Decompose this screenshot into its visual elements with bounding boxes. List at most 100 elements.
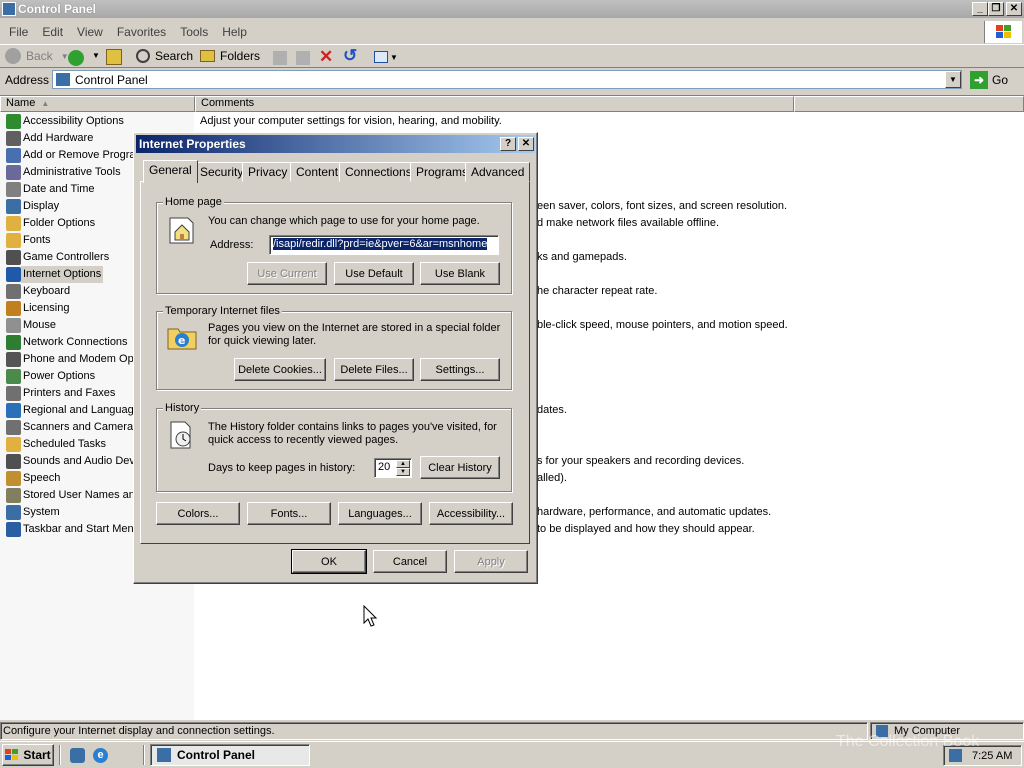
temp-settings-button[interactable]: Settings...	[420, 358, 500, 381]
apply-button[interactable]: Apply	[454, 550, 528, 573]
history-group-label: History	[163, 402, 202, 414]
tab-advanced[interactable]: Advanced	[465, 162, 531, 182]
list-item-comment: ble-click speed, mouse pointers, and mot…	[537, 319, 788, 331]
window-title: Control Panel	[18, 2, 97, 16]
list-item-comment: s for your speakers and recording device…	[537, 455, 745, 467]
start-button[interactable]: Start	[2, 744, 54, 766]
copy-to-icon[interactable]	[296, 51, 310, 65]
watermark-text: The Collection Book	[836, 733, 980, 750]
list-item-comment: Adjust your computer settings for vision…	[200, 115, 502, 127]
column-header-blank	[794, 96, 1024, 112]
windows-logo-icon	[984, 21, 1022, 43]
taskbar-control-panel-icon	[157, 748, 171, 762]
spinner-up-button[interactable]: ▲	[396, 460, 410, 468]
quicklaunch-app-icon[interactable]	[70, 748, 85, 763]
administrative-tools-icon	[6, 165, 21, 180]
phone-icon	[6, 352, 21, 367]
cancel-button[interactable]: Cancel	[373, 550, 447, 573]
menu-edit[interactable]: Edit	[42, 25, 63, 39]
quicklaunch-separator	[59, 745, 61, 765]
list-item-name: Network Connections	[23, 336, 128, 348]
languages-button[interactable]: Languages...	[338, 502, 422, 525]
spinner-down-button[interactable]: ▼	[396, 468, 410, 476]
stored-passwords-icon	[6, 488, 21, 503]
list-item[interactable]: Accessibility Options Adjust your compute…	[0, 113, 1024, 130]
use-current-button[interactable]: Use Current	[247, 262, 327, 285]
column-header-comments[interactable]: Comments	[195, 96, 794, 112]
history-description-1: The History folder contains links to pag…	[208, 421, 497, 433]
mouse-cursor-icon	[363, 605, 377, 627]
list-item-name: Speech	[23, 472, 61, 484]
list-item-name: Administrative Tools	[23, 166, 121, 178]
list-item-name: Accessibility Options	[23, 115, 124, 127]
history-days-spinner[interactable]: 20 ▲ ▼	[374, 458, 412, 478]
clear-history-button[interactable]: Clear History	[420, 456, 500, 479]
fonts-folder-icon	[6, 233, 21, 248]
taskbar-control-panel-button[interactable]: Control Panel	[150, 744, 310, 766]
use-default-button[interactable]: Use Default	[334, 262, 414, 285]
list-item-name: Keyboard	[23, 285, 71, 297]
home-address-label: Address:	[210, 239, 254, 251]
list-item-name: Scheduled Tasks	[23, 438, 106, 450]
home-address-input[interactable]: /isapi/redir.dll?prd=ie&pver=6&ar=msnhom…	[269, 235, 499, 255]
folder-options-icon	[6, 216, 21, 231]
dialog-help-button[interactable]: ?	[500, 137, 516, 151]
tab-privacy[interactable]: Privacy	[242, 162, 294, 182]
list-item-name: Game Controllers	[23, 251, 110, 263]
close-button[interactable]: ✕	[1006, 2, 1022, 16]
folders-icon	[200, 50, 215, 62]
restore-button[interactable]: ❐	[988, 2, 1004, 16]
list-item-name: Printers and Faxes	[23, 387, 116, 399]
dialog-close-button[interactable]: ✕	[518, 137, 534, 151]
menu-tools[interactable]: Tools	[180, 25, 208, 39]
undo-icon[interactable]: ↺	[343, 46, 357, 66]
back-button[interactable]: Back ▼	[5, 48, 69, 64]
delete-icon[interactable]: ✕	[319, 47, 333, 67]
sort-up-icon: ▲	[41, 99, 50, 108]
delete-files-button[interactable]: Delete Files...	[334, 358, 414, 381]
list-item-name: Licensing	[23, 302, 70, 314]
menu-help[interactable]: Help	[222, 25, 247, 39]
internet-options-icon	[6, 267, 21, 282]
history-days-label: Days to keep pages in history:	[208, 462, 356, 474]
menu-file[interactable]: File	[9, 25, 28, 39]
delete-cookies-button[interactable]: Delete Cookies...	[234, 358, 326, 381]
tab-content[interactable]: Content	[290, 162, 345, 182]
list-item-name: Internet Options	[21, 266, 104, 283]
list-item-comment: alled).	[537, 472, 567, 484]
fonts-button[interactable]: Fonts...	[247, 502, 331, 525]
forward-dropdown-icon[interactable]: ▼	[92, 51, 100, 60]
temp-files-ie-folder-icon: e	[166, 322, 198, 352]
home-page-description: You can change which page to use for you…	[208, 215, 480, 227]
list-item-name: Folder Options	[23, 217, 96, 229]
up-folder-icon[interactable]	[106, 49, 122, 65]
column-header-name[interactable]: Name ▲	[0, 96, 195, 112]
menu-view[interactable]: View	[77, 25, 103, 39]
move-to-icon[interactable]	[273, 51, 287, 65]
address-dropdown-button[interactable]: ▼	[945, 71, 961, 88]
forward-arrow-icon[interactable]	[68, 50, 84, 66]
tab-connections[interactable]: Connections	[339, 162, 418, 182]
tab-general[interactable]: General	[143, 160, 198, 183]
search-button[interactable]: Search	[136, 49, 193, 63]
address-input[interactable]: Control Panel ▼	[52, 70, 962, 89]
clock[interactable]: 7:25 AM	[972, 750, 1012, 762]
accessibility-button[interactable]: Accessibility...	[429, 502, 513, 525]
go-button[interactable]: ➜ Go	[970, 71, 1008, 89]
use-blank-button[interactable]: Use Blank	[420, 262, 500, 285]
list-item-name: Display	[23, 200, 60, 212]
dialog-title-bar[interactable]: Internet Properties	[136, 135, 535, 153]
minimize-button[interactable]: _	[972, 2, 988, 16]
menu-favorites[interactable]: Favorites	[117, 25, 166, 39]
taskbar: Start e Control Panel 7:25 AM The Collec…	[0, 733, 1024, 768]
home-page-group-label: Home page	[163, 196, 224, 208]
list-item-name: Scanners and Cameras	[23, 421, 139, 433]
ok-button[interactable]: OK	[291, 549, 367, 574]
views-button[interactable]: ▼	[374, 50, 398, 64]
list-item-name: Date and Time	[23, 183, 95, 195]
folders-button[interactable]: Folders	[200, 49, 260, 63]
address-bar: Address Control Panel ▼ ➜ Go	[0, 69, 1024, 91]
colors-button[interactable]: Colors...	[156, 502, 240, 525]
quicklaunch-ie-icon[interactable]: e	[93, 748, 108, 763]
window-title-bar[interactable]: Control Panel _ ❐ ✕	[0, 0, 1024, 18]
